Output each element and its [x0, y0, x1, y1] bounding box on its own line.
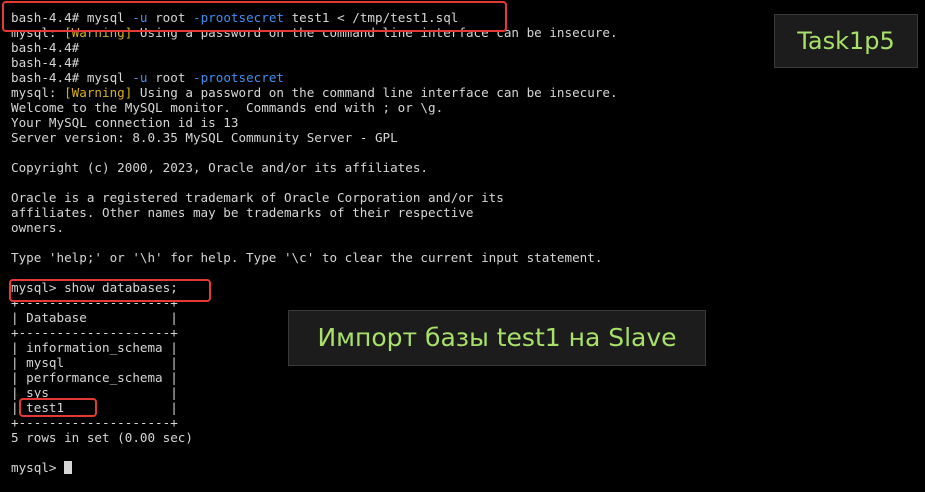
- line-text: Using a password on the command line int…: [132, 85, 618, 100]
- terminal-line: bash-4.4# mysql -u root -prootsecret tes…: [11, 10, 618, 25]
- terminal-line: | test1 |: [11, 400, 618, 415]
- terminal-line: bash-4.4# mysql -u root -prootsecret: [11, 70, 618, 85]
- line-text: test1 < /tmp/test1.sql: [284, 10, 459, 25]
- line-text: | information_schema |: [11, 340, 178, 355]
- cli-flag: -prootsecret: [193, 70, 284, 85]
- cli-flag: -prootsecret: [193, 10, 284, 25]
- terminal-line: +--------------------+: [11, 295, 618, 310]
- line-text: | Database |: [11, 310, 178, 325]
- line-text: root: [147, 10, 193, 25]
- line-text: bash-4.4#: [11, 55, 80, 70]
- terminal-line: Welcome to the MySQL monitor. Commands e…: [11, 100, 618, 115]
- terminal-line: bash-4.4#: [11, 40, 618, 55]
- line-text: Using a password on the command line int…: [132, 25, 618, 40]
- line-text: bash-4.4# mysql: [11, 70, 133, 85]
- warning-tag: [Warning]: [64, 85, 133, 100]
- terminal-output: bash-4.4# mysql -u root -prootsecret tes…: [11, 10, 618, 475]
- line-text: +--------------------+: [11, 415, 178, 430]
- line-text: bash-4.4# mysql: [11, 10, 133, 25]
- terminal-line: affiliates. Other names may be trademark…: [11, 205, 618, 220]
- line-text: | sys |: [11, 385, 178, 400]
- cli-flag: -u: [132, 70, 148, 85]
- terminal-cursor: [64, 461, 73, 474]
- line-text: 5 rows in set (0.00 sec): [11, 430, 193, 445]
- cli-flag: -u: [132, 10, 148, 25]
- terminal-line: | sys |: [11, 385, 618, 400]
- line-text: root: [147, 70, 193, 85]
- line-text: affiliates. Other names may be trademark…: [11, 205, 474, 220]
- line-text: mysql> show databases;: [11, 280, 178, 295]
- line-text: Copyright (c) 2000, 2023, Oracle and/or …: [11, 160, 429, 175]
- terminal-line: Your MySQL connection id is 13: [11, 115, 618, 130]
- line-text: owners.: [11, 220, 65, 235]
- terminal-line: owners.: [11, 220, 618, 235]
- terminal-line: bash-4.4#: [11, 55, 618, 70]
- warning-tag: [Warning]: [64, 25, 133, 40]
- terminal-line: mysql>: [11, 460, 618, 475]
- line-text: mysql>: [11, 460, 65, 475]
- line-text: Your MySQL connection id is 13: [11, 115, 239, 130]
- terminal-line: mysql: [Warning] Using a password on the…: [11, 25, 618, 40]
- line-text: mysql:: [11, 85, 65, 100]
- line-text: Server version: 8.0.35 MySQL Community S…: [11, 130, 398, 145]
- terminal-line: Oracle is a registered trademark of Orac…: [11, 190, 618, 205]
- line-text: bash-4.4#: [11, 40, 80, 55]
- terminal-line: | performance_schema |: [11, 370, 618, 385]
- line-text: +--------------------+: [11, 325, 178, 340]
- line-text: Oracle is a registered trademark of Orac…: [11, 190, 504, 205]
- terminal-line: mysql: [Warning] Using a password on the…: [11, 85, 618, 100]
- terminal-line: 5 rows in set (0.00 sec): [11, 430, 618, 445]
- line-text: mysql:: [11, 25, 65, 40]
- terminal-line: Server version: 8.0.35 MySQL Community S…: [11, 130, 618, 145]
- terminal-line: +--------------------+: [11, 415, 618, 430]
- line-text: +--------------------+: [11, 295, 178, 310]
- terminal-line: Copyright (c) 2000, 2023, Oracle and/or …: [11, 160, 618, 175]
- task-badge: Task1p5: [774, 14, 918, 68]
- terminal-window[interactable]: bash-4.4# mysql -u root -prootsecret tes…: [0, 0, 925, 492]
- line-text: | test1 |: [11, 400, 178, 415]
- terminal-line: Type 'help;' or '\h' for help. Type '\c'…: [11, 250, 618, 265]
- line-text: | performance_schema |: [11, 370, 178, 385]
- terminal-line: mysql> show databases;: [11, 280, 618, 295]
- line-text: Type 'help;' or '\h' for help. Type '\c'…: [11, 250, 603, 265]
- line-text: Welcome to the MySQL monitor. Commands e…: [11, 100, 444, 115]
- line-text: | mysql |: [11, 355, 178, 370]
- caption-label: Импорт базы test1 на Slave: [288, 310, 706, 366]
